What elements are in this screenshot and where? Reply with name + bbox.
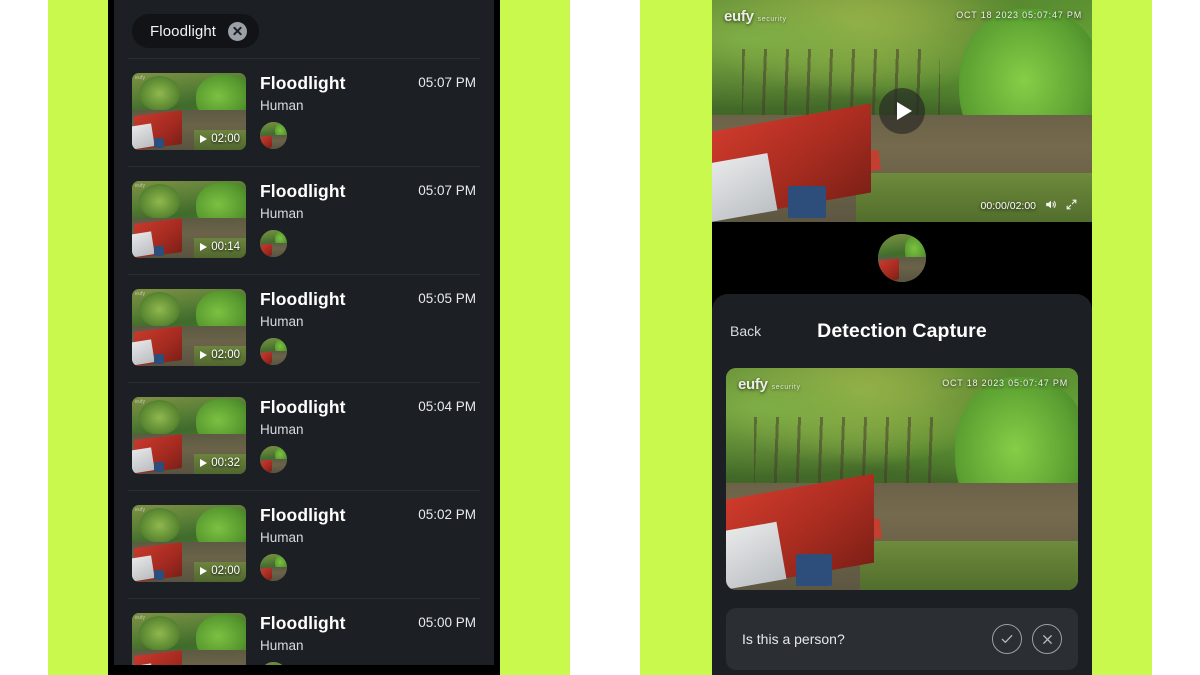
list-item[interactable]: eufy 00:14 Floodlight Human 05:07 PM (128, 166, 480, 274)
event-time: 05:04 PM (418, 399, 476, 414)
right-phone-frame: eufy security OCT 18 2023 05:07:47 PM 00… (712, 0, 1092, 675)
avatar[interactable] (260, 122, 287, 149)
play-icon (200, 243, 208, 251)
detected-face-strip (712, 222, 1092, 294)
event-duration: 02:00 (200, 133, 240, 145)
play-icon (200, 135, 208, 143)
play-button[interactable] (879, 88, 925, 134)
detection-capture-image[interactable]: eufy security OCT 18 2023 05:07:47 PM (726, 368, 1078, 590)
event-thumbnail[interactable]: eufy 02:00 (132, 73, 246, 150)
close-circle-icon[interactable] (228, 21, 248, 41)
event-duration: 02:00 (200, 565, 240, 577)
filter-chip-floodlight[interactable]: Floodlight (132, 14, 260, 48)
confirmation-question: Is this a person? (742, 631, 845, 647)
video-timestamp-overlay: OCT 18 2023 05:07:47 PM (956, 10, 1082, 20)
eufy-watermark: eufy (135, 615, 146, 621)
screenshot-stage: Floodlight eufy 02:00 Floodlight Human 0… (0, 0, 1200, 675)
event-subtitle: Human (260, 314, 304, 329)
play-icon (896, 102, 912, 120)
event-subtitle: Human (260, 422, 304, 437)
eufy-watermark: eufy (135, 399, 146, 405)
event-duration-label: 02:00 (211, 133, 240, 145)
event-duration-label: 02:00 (211, 565, 240, 577)
eufy-watermark: eufy (135, 75, 146, 81)
x-circle-icon[interactable] (1032, 624, 1062, 654)
event-subtitle: Human (260, 638, 304, 653)
fullscreen-icon[interactable] (1065, 198, 1078, 214)
list-item[interactable]: eufy 02:00 Floodlight Human 05:07 PM (128, 58, 480, 166)
event-details: Floodlight Human (260, 73, 404, 149)
eufy-watermark: eufy security (738, 376, 801, 393)
play-icon (200, 351, 208, 359)
eufy-watermark: eufy (135, 183, 146, 189)
event-time: 05:07 PM (418, 183, 476, 198)
list-item[interactable]: eufy 02:00 Floodlight Human 05:05 PM (128, 274, 480, 382)
filter-bar: Floodlight (114, 0, 494, 58)
avatar[interactable] (260, 446, 287, 473)
event-duration-label: 00:32 (211, 457, 240, 469)
event-title: Floodlight (260, 181, 346, 201)
event-subtitle: Human (260, 530, 304, 545)
eufy-watermark: eufy (135, 291, 146, 297)
event-title: Floodlight (260, 505, 346, 525)
page-title: Detection Capture (817, 319, 987, 342)
event-duration-label: 02:00 (211, 349, 240, 361)
eufy-security-label: security (757, 16, 787, 23)
eufy-security-label: security (771, 384, 801, 391)
list-item[interactable]: eufy 02:00 Floodlight Human 05:00 PM (128, 598, 480, 665)
play-icon (200, 567, 208, 575)
event-details: Floodlight Human (260, 397, 404, 473)
video-player[interactable]: eufy security OCT 18 2023 05:07:47 PM 00… (712, 0, 1092, 222)
list-item[interactable]: eufy 02:00 Floodlight Human 05:02 PM (128, 490, 480, 598)
eufy-watermark: eufy security (724, 8, 787, 25)
detection-capture-sheet: Back Detection Capture eufy security OCT… (712, 294, 1092, 675)
avatar[interactable] (260, 230, 287, 257)
list-item[interactable]: eufy 00:32 Floodlight Human 05:04 PM (128, 382, 480, 490)
video-time-label: 00:00/02:00 (980, 200, 1036, 212)
event-thumbnail[interactable]: eufy 02:00 (132, 613, 246, 665)
event-details: Floodlight Human (260, 505, 404, 581)
eufy-brand-label: eufy (738, 376, 768, 393)
event-subtitle: Human (260, 98, 304, 113)
volume-icon[interactable] (1044, 198, 1057, 214)
event-details: Floodlight Human (260, 181, 404, 257)
event-time: 05:07 PM (418, 75, 476, 90)
event-time: 05:00 PM (418, 615, 476, 630)
left-phone-screen: Floodlight eufy 02:00 Floodlight Human 0… (114, 0, 494, 665)
event-time: 05:05 PM (418, 291, 476, 306)
filter-chip-label: Floodlight (150, 22, 217, 40)
event-title: Floodlight (260, 289, 346, 309)
event-details: Floodlight Human (260, 289, 404, 365)
play-icon (200, 459, 208, 467)
event-list[interactable]: eufy 02:00 Floodlight Human 05:07 PM euf… (114, 58, 494, 665)
event-duration: 02:00 (200, 349, 240, 361)
event-subtitle: Human (260, 206, 304, 221)
check-circle-icon[interactable] (992, 624, 1022, 654)
eufy-watermark: eufy (135, 507, 146, 513)
event-thumbnail[interactable]: eufy 02:00 (132, 505, 246, 582)
event-title: Floodlight (260, 73, 346, 93)
event-details: Floodlight Human (260, 613, 404, 665)
event-thumbnail[interactable]: eufy 00:32 (132, 397, 246, 474)
event-duration: 00:14 (200, 241, 240, 253)
person-confirmation-bar: Is this a person? (726, 608, 1078, 670)
capture-timestamp-overlay: OCT 18 2023 05:07:47 PM (942, 378, 1068, 388)
avatar[interactable] (260, 554, 287, 581)
eufy-brand-label: eufy (724, 8, 754, 25)
event-title: Floodlight (260, 397, 346, 417)
event-thumbnail[interactable]: eufy 00:14 (132, 181, 246, 258)
left-phone-frame: Floodlight eufy 02:00 Floodlight Human 0… (108, 0, 500, 675)
event-duration-label: 00:14 (211, 241, 240, 253)
avatar[interactable] (260, 338, 287, 365)
sheet-header: Back Detection Capture (712, 294, 1092, 368)
event-thumbnail[interactable]: eufy 02:00 (132, 289, 246, 366)
event-time: 05:02 PM (418, 507, 476, 522)
camera-scene-image (132, 613, 246, 665)
event-duration: 00:32 (200, 457, 240, 469)
event-title: Floodlight (260, 613, 346, 633)
avatar[interactable] (260, 662, 287, 665)
video-controls[interactable]: 00:00/02:00 (712, 198, 1092, 214)
camera-scene-image (878, 234, 926, 282)
avatar[interactable] (878, 234, 926, 282)
